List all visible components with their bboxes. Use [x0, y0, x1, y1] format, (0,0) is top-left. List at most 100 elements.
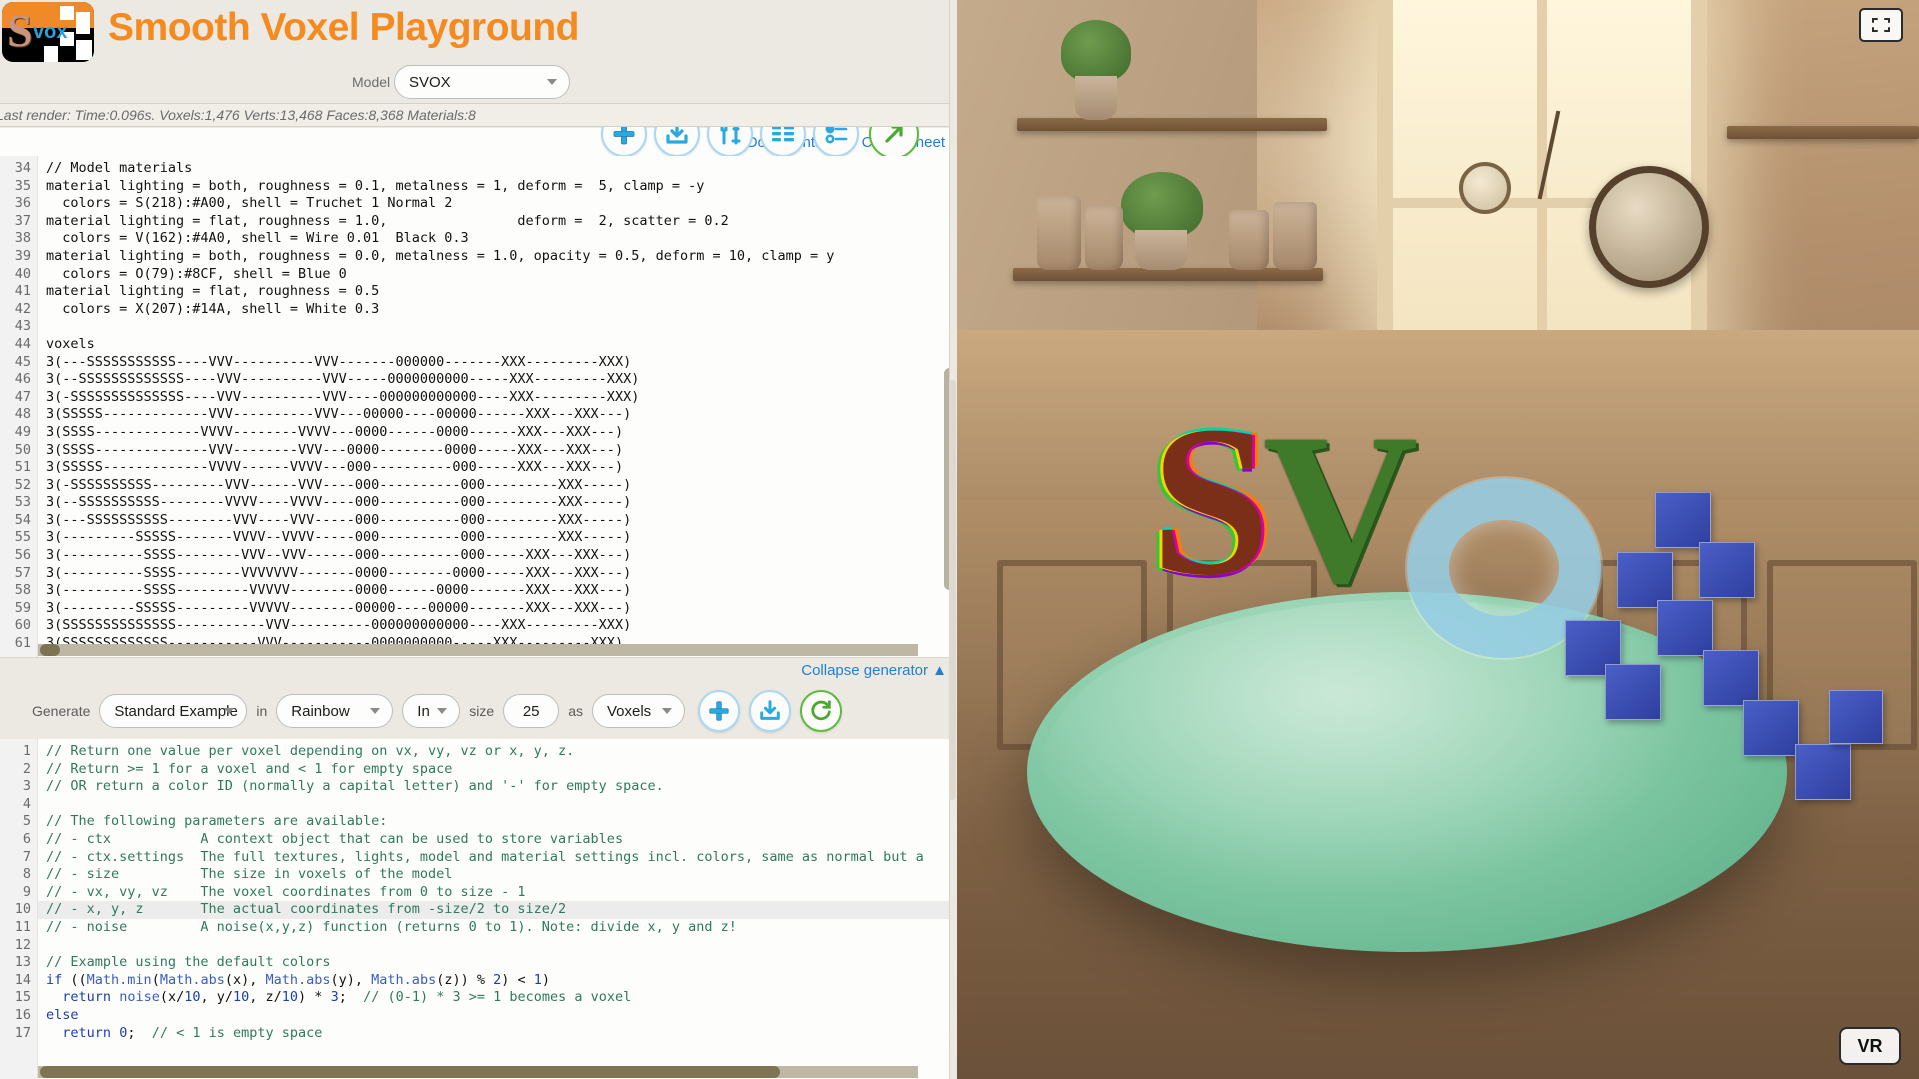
generator-size-input[interactable]: 25	[503, 694, 559, 728]
model-code-editor[interactable]: 3435363738394041424344454647484950515253…	[0, 156, 957, 657]
generator-run-button[interactable]	[800, 690, 842, 732]
chevron-down-icon	[547, 79, 557, 85]
chevron-down-icon	[662, 708, 672, 714]
panel-resize-handle[interactable]	[949, 380, 956, 800]
generator-new-button[interactable]	[698, 690, 740, 732]
line-number: 61	[0, 635, 37, 653]
code-line[interactable]: // Model materials	[38, 160, 957, 178]
code-line[interactable]: 3(----------SSSS---------VVVVV--------00…	[38, 582, 957, 600]
line-number: 56	[0, 547, 37, 565]
line-number: 46	[0, 371, 37, 389]
code-line[interactable]: 3(SSSSSSSSSSSSSS-----------VVV----------…	[38, 617, 957, 635]
code-line[interactable]	[38, 937, 957, 955]
line-number: 43	[0, 318, 37, 336]
code-line[interactable]: // OR return a color ID (normally a capi…	[38, 778, 957, 796]
code-line[interactable]: material lighting = flat, roughness = 0.…	[38, 283, 957, 301]
code-line[interactable]: 3(---------SSSSS-------VVVV--VVVV-----00…	[38, 529, 957, 547]
code-line[interactable]: // - x, y, z The actual coordinates from…	[38, 901, 957, 919]
line-number: 34	[0, 160, 37, 178]
code-line[interactable]: 3(SSSSS-------------VVVV------VVVV---000…	[38, 459, 957, 477]
line-number: 8	[0, 866, 37, 884]
fullscreen-button[interactable]	[1859, 8, 1903, 42]
code-line[interactable]: 3(----------SSSS--------VVV--VVV------00…	[38, 547, 957, 565]
code-line[interactable]: 3(--SSSSSSSSSS--------VVVV----VVVV----00…	[38, 494, 957, 512]
code-line[interactable]: colors = S(218):#A00, shell = Truchet 1 …	[38, 195, 957, 213]
code-line[interactable]: else	[38, 1007, 957, 1025]
line-number: 42	[0, 301, 37, 319]
model-editor-code[interactable]: // Model materialsmaterial lighting = bo…	[38, 156, 957, 657]
voxel-cube	[1657, 600, 1713, 656]
logo-letter: S	[7, 8, 33, 54]
code-line[interactable]: // - size The size in voxels of the mode…	[38, 866, 957, 884]
code-line[interactable]: // - noise A noise(x,y,z) function (retu…	[38, 919, 957, 937]
line-number: 51	[0, 459, 37, 477]
voxel-cube	[1829, 690, 1883, 744]
chevron-down-icon	[224, 708, 234, 714]
line-number: 55	[0, 529, 37, 547]
line-number: 52	[0, 477, 37, 495]
code-line[interactable]	[38, 318, 957, 336]
download-icon	[757, 699, 783, 723]
script-code-editor[interactable]: 1234567891011121314151617 // Return one …	[0, 739, 957, 1079]
generator-as-select[interactable]: Voxels	[592, 694, 685, 728]
voxel-cube	[1703, 650, 1759, 706]
generator-color-select[interactable]: Rainbow	[276, 694, 393, 728]
code-line[interactable]: 3(SSSS-------------VVVV--------VVVV---00…	[38, 424, 957, 442]
generator-as-value: Voxels	[607, 703, 651, 720]
model-label: Model	[352, 74, 390, 90]
code-line[interactable]: // - ctx A context object that can be us…	[38, 831, 957, 849]
code-line[interactable]: // Return one value per voxel depending …	[38, 743, 957, 761]
code-line[interactable]: return noise(x/10, y/10, z/10) * 3; // (…	[38, 989, 957, 1007]
render-viewport[interactable]: S V VR	[957, 0, 1919, 1079]
line-number: 4	[0, 796, 37, 814]
generator-load-button[interactable]	[749, 690, 791, 732]
code-line[interactable]: material lighting = flat, roughness = 1.…	[38, 213, 957, 231]
code-line[interactable]: 3(----------SSSS--------VVVVVVV-------00…	[38, 565, 957, 583]
as-label: as	[568, 703, 583, 719]
generator-direction-select[interactable]: In	[402, 694, 460, 728]
model-editor-hscrollbar[interactable]	[38, 644, 918, 656]
code-line[interactable]: // - vx, vy, vz The voxel coordinates fr…	[38, 884, 957, 902]
script-editor-hscrollbar[interactable]	[38, 1066, 918, 1078]
code-line[interactable]: // Example using the default colors	[38, 954, 957, 972]
code-line[interactable]: // The following parameters are availabl…	[38, 813, 957, 831]
code-line[interactable]: colors = V(162):#4A0, shell = Wire 0.01 …	[38, 230, 957, 248]
code-line[interactable]: colors = X(207):#14A, shell = White 0.3	[38, 301, 957, 319]
line-number: 53	[0, 494, 37, 512]
generator-type-select[interactable]: Standard Example	[99, 694, 247, 728]
scene-mirror	[1589, 166, 1709, 288]
code-line[interactable]: material lighting = both, roughness = 0.…	[38, 178, 957, 196]
model-toolbar: Model SVOX	[0, 59, 957, 105]
model-select[interactable]: SVOX	[394, 65, 570, 99]
line-number: 39	[0, 248, 37, 266]
scene-shelf	[1727, 126, 1919, 139]
generator-type-value: Standard Example	[114, 703, 237, 720]
code-line[interactable]: 3(-SSSSSSSSSSSSSS----VVV----------VVV---…	[38, 389, 957, 407]
line-number: 13	[0, 954, 37, 972]
code-line[interactable]: voxels	[38, 336, 957, 354]
scene-jar	[1229, 210, 1269, 270]
model-editor-gutter: 3435363738394041424344454647484950515253…	[0, 156, 38, 657]
script-editor-code[interactable]: // Return one value per voxel depending …	[38, 739, 957, 1079]
code-line[interactable]: return 0; // < 1 is empty space	[38, 1025, 957, 1043]
code-line[interactable]: material lighting = both, roughness = 0.…	[38, 248, 957, 266]
code-line[interactable]: // - ctx.settings The full textures, lig…	[38, 849, 957, 867]
code-line[interactable]	[38, 796, 957, 814]
code-line[interactable]: // Return >= 1 for a voxel and < 1 for e…	[38, 761, 957, 779]
code-line[interactable]: 3(---SSSSSSSSSSS----VVV----------VVV----…	[38, 354, 957, 372]
code-line[interactable]: 3(SSSSS-------------VVV----------VVV---0…	[38, 406, 957, 424]
collapse-generator-link[interactable]: Collapse generator ▲	[801, 662, 947, 679]
line-number: 50	[0, 442, 37, 460]
logo-word: vox	[33, 22, 67, 42]
code-line[interactable]: 3(--SSSSSSSSSSSSS----VVV----------VVV---…	[38, 371, 957, 389]
code-line[interactable]: 3(---------SSSSS---------VVVVV--------00…	[38, 600, 957, 618]
panel-resize-divider[interactable]	[949, 0, 957, 1079]
scene-clock	[1459, 162, 1511, 214]
code-line[interactable]: colors = O(79):#8CF, shell = Blue 0	[38, 266, 957, 284]
code-line[interactable]: 3(-SSSSSSSSSS---------VVV------VVV----00…	[38, 477, 957, 495]
vr-button[interactable]: VR	[1839, 1027, 1901, 1065]
code-line[interactable]: if ((Math.min(Math.abs(x), Math.abs(y), …	[38, 972, 957, 990]
scene-jar	[1037, 196, 1081, 270]
code-line[interactable]: 3(---SSSSSSSSSS--------VVV----VVV-----00…	[38, 512, 957, 530]
code-line[interactable]: 3(SSSS--------------VVV--------VVV---000…	[38, 442, 957, 460]
